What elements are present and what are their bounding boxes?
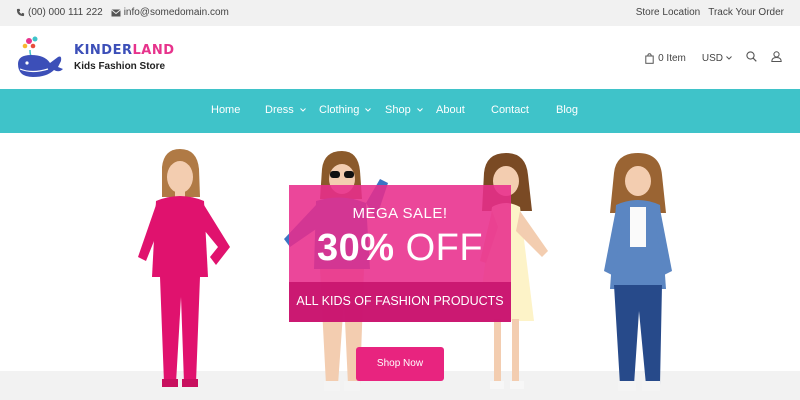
chevron-down-icon (299, 108, 306, 112)
promo-subline-band: ALL KIDS OF FASHION PRODUCTS (289, 282, 511, 322)
email-contact[interactable]: info@somedomain.com (110, 7, 229, 18)
shop-now-button[interactable]: Shop Now (356, 347, 444, 381)
nav-item-label: Dress (265, 104, 294, 116)
discount-text: 30% OFF (289, 227, 511, 270)
sale-headline: MEGA SALE! (352, 205, 448, 222)
site-logo[interactable]: KINDERLAND Kids Fashion Store (14, 36, 175, 78)
cart-button[interactable]: 0 Item (645, 53, 686, 64)
kid-image-pink-outfit (138, 149, 230, 387)
nav-item-dress[interactable]: Dress (265, 104, 306, 116)
promo-subline: ALL KIDS OF FASHION PRODUCTS (296, 294, 504, 308)
brand-name: KINDERLAND (74, 43, 175, 58)
nav-item-home[interactable]: Home (211, 104, 240, 116)
header-tools: 0 Item USD (645, 51, 782, 65)
nav-item-label: Home (211, 104, 241, 116)
track-order-link[interactable]: Track Your Order (708, 7, 784, 18)
currency-selector[interactable]: USD (702, 53, 732, 64)
brand-name-part2: LAND (132, 42, 175, 58)
nav-item-clothing[interactable]: Clothing (319, 104, 372, 116)
phone-number: (00) 000 111 222 (28, 7, 103, 18)
discount-number: 30% (316, 227, 395, 269)
phone-icon (16, 8, 25, 17)
whale-logo-icon (18, 36, 63, 77)
phone-contact[interactable]: (00) 000 111 222 (16, 7, 103, 18)
top-info-bar: (00) 000 111 222 info@somedomain.com Sto… (0, 0, 800, 26)
nav-item-shop[interactable]: Shop (385, 104, 423, 116)
cart-count: 0 Item (658, 52, 686, 64)
bag-icon (645, 52, 654, 64)
currency-value: USD (701, 52, 723, 64)
brand-tagline: Kids Fashion Store (74, 60, 166, 72)
search-icon (746, 51, 757, 62)
account-button[interactable] (771, 51, 782, 65)
nav-item-label: About (436, 104, 465, 116)
contact-info: (00) 000 111 222 info@somedomain.com (16, 7, 237, 18)
email-address: info@somedomain.com (123, 7, 229, 18)
store-location-link[interactable]: Store Location (636, 7, 701, 18)
nav-item-label: Blog (556, 104, 579, 116)
main-navigation: Home Dress Clothing Shop About Contact B… (0, 89, 800, 133)
site-header: KINDERLAND Kids Fashion Store 0 Item USD (0, 26, 800, 89)
topbar-links: Store Location Track Your Order (628, 7, 784, 18)
nav-item-label: Clothing (319, 104, 360, 116)
search-button[interactable] (746, 51, 757, 65)
sale-promo-box: MEGA SALE! 30% OFF ALL KIDS OF FASHION P… (289, 185, 511, 322)
chevron-down-icon (365, 108, 372, 112)
nav-item-blog[interactable]: Blog (556, 104, 578, 116)
nav-item-contact[interactable]: Contact (491, 104, 529, 116)
discount-word: OFF (405, 227, 484, 269)
nav-item-label: Contact (491, 104, 529, 116)
envelope-icon (110, 8, 121, 16)
kid-image-denim-outfit (604, 153, 672, 391)
hero-banner: MEGA SALE! 30% OFF ALL KIDS OF FASHION P… (0, 133, 800, 400)
chevron-down-icon (416, 108, 423, 112)
user-icon (771, 51, 782, 62)
nav-item-label: Shop (385, 104, 411, 116)
brand-name-part1: KINDER (74, 42, 133, 58)
chevron-down-icon (726, 56, 732, 60)
nav-item-about[interactable]: About (436, 104, 465, 116)
